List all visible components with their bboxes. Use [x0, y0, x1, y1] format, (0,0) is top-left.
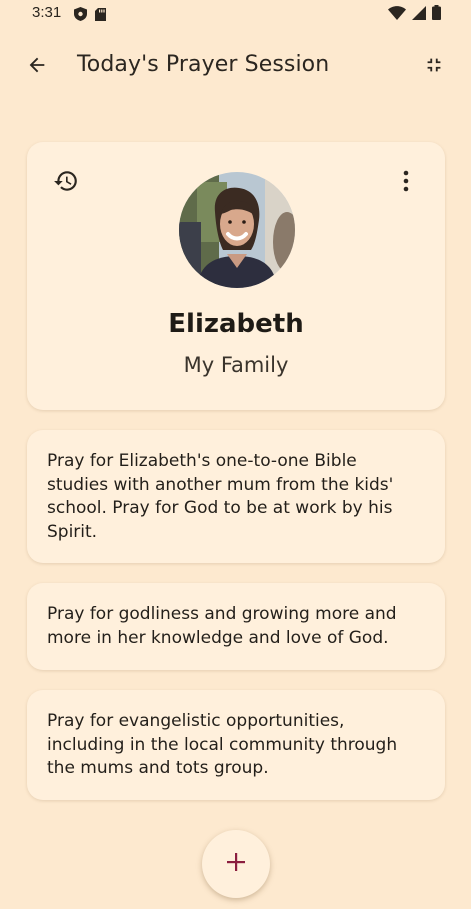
status-time: 3:31 — [32, 4, 62, 21]
prayer-card[interactable]: Pray for evangelistic opportunities, inc… — [27, 690, 445, 800]
sd-card-icon — [95, 6, 106, 25]
exit-fullscreen-button[interactable] — [417, 50, 451, 84]
arrow-back-icon — [26, 54, 48, 80]
profile-card: Elizabeth My Family — [27, 142, 445, 410]
prayer-card[interactable]: Pray for Elizabeth's one-to-one Bible st… — [27, 430, 445, 563]
page-title: Today's Prayer Session — [77, 52, 330, 77]
app-bar: Today's Prayer Session — [0, 40, 471, 92]
more-options-button[interactable] — [391, 166, 421, 200]
battery-icon — [432, 5, 441, 24]
wifi-icon — [388, 5, 406, 24]
profile-group: My Family — [183, 353, 289, 377]
shield-icon — [74, 6, 87, 25]
signal-icon — [412, 5, 426, 24]
prayer-text: Pray for evangelistic opportunities, inc… — [47, 711, 398, 778]
fullscreen-exit-icon — [423, 54, 445, 80]
back-button[interactable] — [20, 50, 54, 84]
history-icon — [53, 168, 79, 198]
profile-name: Elizabeth — [168, 309, 304, 339]
more-vert-icon — [403, 170, 409, 196]
add-icon — [226, 852, 246, 876]
prayer-session-screen: 3:31 Today's Prayer Session Elizabeth My… — [0, 0, 471, 909]
prayer-card[interactable]: Pray for godliness and growing more and … — [27, 583, 445, 670]
add-prayer-button[interactable] — [202, 830, 270, 898]
prayer-text: Pray for Elizabeth's one-to-one Bible st… — [47, 451, 394, 542]
avatar — [179, 172, 295, 288]
history-button[interactable] — [49, 166, 83, 200]
status-bar: 3:31 — [0, 0, 471, 28]
prayer-text: Pray for godliness and growing more and … — [47, 604, 397, 648]
